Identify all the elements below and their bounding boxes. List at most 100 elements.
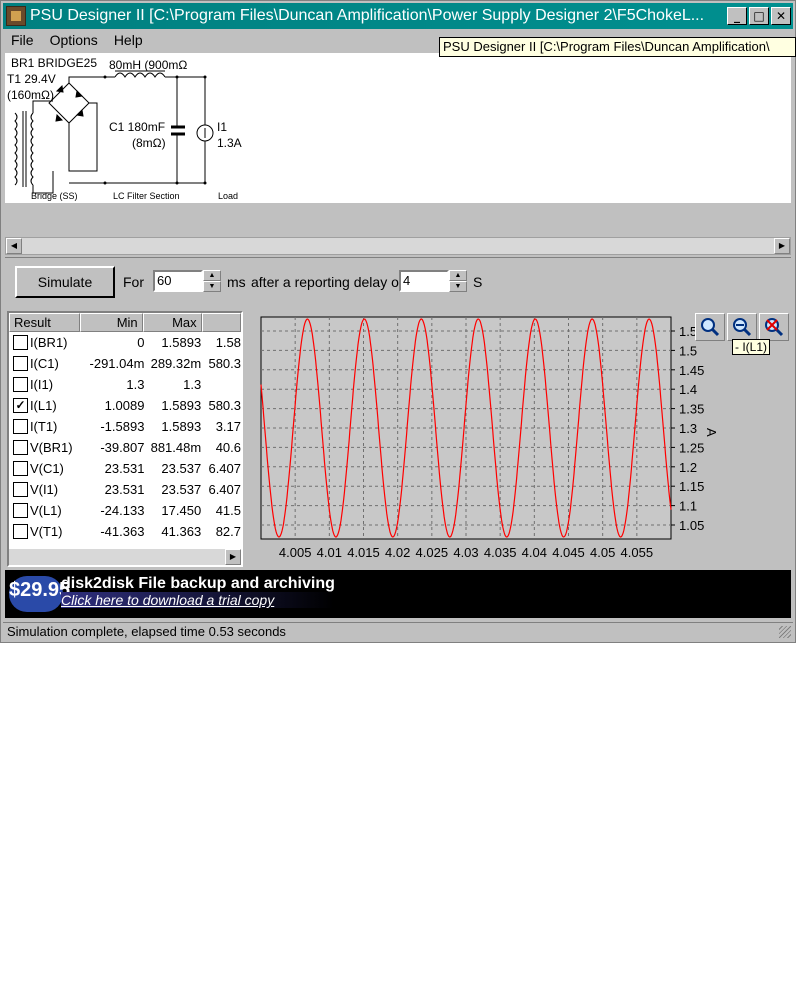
result-min: -291.04m: [89, 356, 145, 371]
main-window: PSU Designer II [C:\Program Files\Duncan…: [0, 0, 796, 643]
wire-bridge-plus: [68, 76, 115, 83]
result-min: -41.363: [100, 524, 145, 539]
y-axis-label: A: [704, 428, 719, 437]
header-max[interactable]: Max: [142, 313, 202, 332]
result-checkbox[interactable]: [13, 461, 28, 476]
result-row[interactable]: ✓ I(L1) 1.0089 1.5893 580.3: [9, 395, 241, 416]
simulate-button[interactable]: Simulate: [15, 266, 115, 298]
result-extra: 580.3: [208, 398, 242, 413]
result-name: I(I1): [29, 377, 54, 392]
result-row[interactable]: I(T1) -1.5893 1.5893 3.17: [9, 416, 241, 437]
result-row[interactable]: I(C1) -291.04m 289.32m 580.3: [9, 353, 241, 374]
result-extra: 6.407: [208, 461, 242, 476]
header-result[interactable]: Result: [9, 313, 80, 332]
scroll-left-arrow[interactable]: ◀: [6, 238, 22, 254]
result-checkbox[interactable]: [13, 482, 28, 497]
result-checkbox[interactable]: [13, 356, 28, 371]
result-row[interactable]: I(BR1) 0 1.5893 1.58: [9, 332, 241, 353]
result-max: 881.48m: [150, 440, 202, 455]
result-max: 1.3: [183, 377, 202, 392]
duration-up-arrow[interactable]: ▲: [203, 270, 221, 281]
x-tick-label: 4.01: [317, 545, 342, 560]
result-min: -24.133: [100, 503, 145, 518]
status-text: Simulation complete, elapsed time 0.53 s…: [7, 624, 286, 639]
duration-input[interactable]: 60: [153, 270, 203, 292]
zoom-out-button[interactable]: [727, 313, 757, 341]
title-bar[interactable]: PSU Designer II [C:\Program Files\Duncan…: [3, 3, 793, 29]
result-checkbox[interactable]: [13, 335, 28, 350]
transformer-secondary: [30, 112, 34, 186]
label-choke: 80mH (900mΩ: [109, 58, 187, 72]
result-checkbox[interactable]: [13, 524, 28, 539]
x-tick-label: 4.05: [590, 545, 615, 560]
transformer-primary: [14, 112, 18, 186]
result-row[interactable]: V(I1) 23.531 23.537 6.407: [9, 479, 241, 500]
result-row[interactable]: V(L1) -24.133 17.450 41.5: [9, 500, 241, 521]
delay-input[interactable]: 4: [399, 270, 449, 292]
delay-spinner[interactable]: ▲ ▼: [449, 270, 467, 292]
bridge-rectifier: [48, 82, 90, 124]
header-extra[interactable]: [201, 313, 241, 332]
result-extra: 3.17: [215, 419, 242, 434]
x-tick-label: 4.005: [279, 545, 312, 560]
result-checkbox[interactable]: ✓: [13, 398, 28, 413]
result-row[interactable]: V(BR1) -39.807 881.48m 40.6: [9, 437, 241, 458]
result-checkbox[interactable]: [13, 503, 28, 518]
results-scroll-right[interactable]: ▶: [225, 549, 241, 565]
result-extra: 82.7: [215, 524, 242, 539]
price-badge: $29.95: [9, 576, 70, 612]
zoom-reset-icon: [765, 318, 784, 337]
title-tooltip: PSU Designer II [C:\Program Files\Duncan…: [439, 37, 796, 57]
schematic-canvas[interactable]: BR1 BRIDGE25 80mH (900mΩ T1 29.4V (160mΩ…: [5, 53, 791, 203]
schematic-scrollbar[interactable]: ◀ ▶: [5, 237, 791, 255]
result-min: 1.3: [126, 377, 145, 392]
menu-help[interactable]: Help: [106, 32, 151, 48]
close-button[interactable]: ✕: [771, 7, 791, 25]
results-scrollbar[interactable]: ▶: [9, 549, 241, 565]
x-tick-label: 4.04: [522, 545, 547, 560]
chart-series-tooltip: - I(L1): [732, 339, 770, 355]
chart-svg: 4.005 4.01 4.015 4.02 4.025 4.03 4.035 4.04 4.04…: [245, 309, 791, 567]
zoom-reset-button[interactable]: [759, 313, 789, 341]
y-tick-label: 1.05: [679, 518, 704, 533]
result-checkbox[interactable]: [13, 419, 28, 434]
result-row[interactable]: V(T1) -41.363 41.363 82.7: [9, 521, 241, 542]
menu-options[interactable]: Options: [42, 32, 106, 48]
result-extra: 6.407: [208, 482, 242, 497]
label-t1-resistance: (160mΩ): [7, 88, 54, 102]
zoom-in-button[interactable]: [695, 313, 725, 341]
result-row[interactable]: V(C1) 23.531 23.537 6.407: [9, 458, 241, 479]
delay-up-arrow[interactable]: ▲: [449, 270, 467, 281]
y-tick-label: 1.5: [679, 343, 697, 358]
duration-down-arrow[interactable]: ▼: [203, 281, 221, 292]
result-name: V(BR1): [29, 440, 73, 455]
label-i1: I1: [217, 120, 227, 134]
zoom-out-icon: [733, 318, 752, 337]
result-name: I(BR1): [29, 335, 68, 350]
app-icon[interactable]: [6, 6, 26, 26]
menu-file[interactable]: File: [3, 32, 42, 48]
result-extra: 580.3: [208, 356, 242, 371]
y-tick-label: 1.1: [679, 499, 697, 514]
x-tick-label: 4.025: [416, 545, 449, 560]
result-name: V(T1): [29, 524, 63, 539]
minimize-button[interactable]: _: [727, 7, 747, 25]
trial-download-link[interactable]: Click here to download a trial copy: [61, 592, 335, 608]
schematic-footer: [5, 203, 791, 237]
ad-banner[interactable]: $29.95 disk2disk File backup and archivi…: [5, 570, 791, 618]
result-checkbox[interactable]: [13, 377, 28, 392]
waveform-chart[interactable]: 4.005 4.01 4.015 4.02 4.025 4.03 4.035 4.04 4.04…: [245, 309, 791, 567]
maximize-button[interactable]: □: [749, 7, 769, 25]
result-row[interactable]: I(I1) 1.3 1.3: [9, 374, 241, 395]
duration-spinner[interactable]: ▲ ▼: [203, 270, 221, 292]
result-checkbox[interactable]: [13, 440, 28, 455]
label-t1: T1 29.4V: [7, 72, 56, 86]
results-list[interactable]: Result Min Max I(BR1) 0 1.5893 1.58 I(C1) -29…: [7, 311, 243, 567]
resize-grip[interactable]: [779, 626, 791, 638]
results-rows: I(BR1) 0 1.5893 1.58 I(C1) -291.04m 289.32m 580…: [9, 332, 241, 542]
header-min[interactable]: Min: [79, 313, 143, 332]
delay-down-arrow[interactable]: ▼: [449, 281, 467, 292]
result-name: V(L1): [29, 503, 62, 518]
label-section-load: Load: [218, 191, 238, 201]
scroll-right-arrow[interactable]: ▶: [774, 238, 790, 254]
